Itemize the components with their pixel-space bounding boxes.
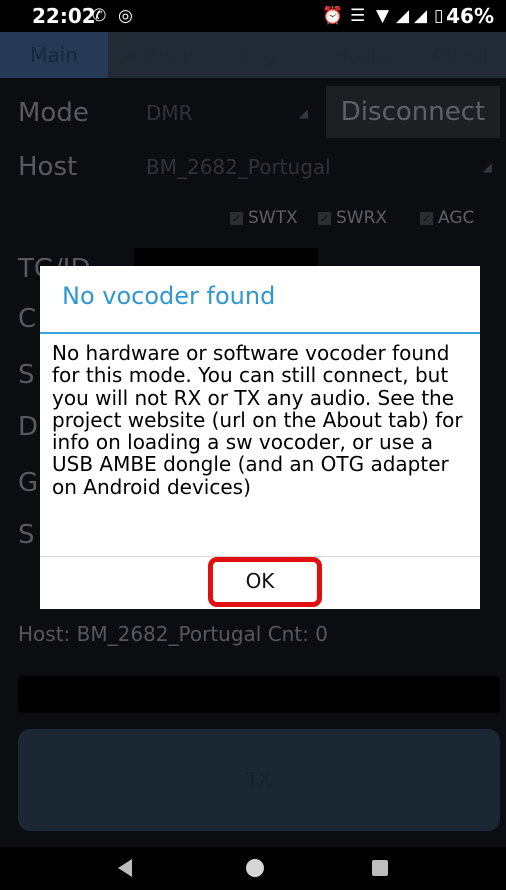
- home-icon[interactable]: [246, 859, 264, 877]
- data-saver-icon: ◎: [118, 6, 133, 26]
- swtx-label: SWTX: [248, 208, 298, 228]
- host-value: BM_2682_Portugal: [146, 155, 331, 179]
- dropdown-caret-icon: ◢: [298, 106, 308, 120]
- wifi-icon: ▼: [376, 6, 390, 26]
- vibrate-icon: ☰: [350, 6, 366, 26]
- status-bar: 22:02 ✆ ◎ ⏰ ☰ ▼ ◢ ◢ ▯ 46%: [0, 0, 506, 32]
- back-icon[interactable]: [118, 859, 132, 877]
- s-label: S: [18, 360, 35, 390]
- c-label: C: [18, 304, 37, 334]
- tab-log[interactable]: Log: [208, 32, 308, 78]
- tab-about[interactable]: About: [416, 32, 506, 78]
- tx-button[interactable]: TX: [18, 729, 500, 831]
- g-label: G: [18, 468, 39, 498]
- tab-bar: Main Settings Log Hosts About: [0, 32, 506, 78]
- host-spinner[interactable]: BM_2682_Portugal ◢: [134, 142, 500, 192]
- host-status: Host: BM_2682_Portugal Cnt: 0: [18, 622, 328, 646]
- s2-label: S: [18, 520, 35, 550]
- battery-percent: 46%: [446, 4, 494, 28]
- checkbox-swrx[interactable]: ✓: [318, 212, 331, 225]
- checkbox-swtx[interactable]: ✓: [230, 212, 243, 225]
- swrx-label: SWRX: [336, 208, 388, 228]
- dialog-title: No vocoder found: [62, 282, 276, 310]
- alarm-icon: ⏰: [322, 6, 344, 26]
- ok-button[interactable]: OK: [210, 562, 310, 600]
- status-bar-field: [18, 676, 500, 713]
- dialog-divider: [40, 332, 480, 334]
- signal-icon: ◢: [396, 6, 410, 26]
- mode-spinner[interactable]: DMR ◢: [134, 88, 316, 138]
- signal-icon: ◢: [414, 6, 428, 26]
- recents-icon[interactable]: [372, 860, 388, 876]
- host-label: Host: [18, 152, 78, 182]
- disconnect-button[interactable]: Disconnect: [326, 86, 500, 138]
- dialog-button-divider: [40, 556, 480, 557]
- dropdown-caret-icon: ◢: [482, 160, 492, 174]
- battery-icon: ▯: [434, 6, 444, 26]
- tab-settings[interactable]: Settings: [108, 32, 208, 78]
- checkbox-agc[interactable]: ✓: [420, 212, 433, 225]
- audio-options: ✓ SWTX ✓ SWRX ✓ AGC: [228, 208, 498, 238]
- status-time: 22:02: [32, 4, 96, 28]
- agc-label: AGC: [438, 208, 475, 228]
- dialog-message: No hardware or software vocoder found fo…: [52, 341, 463, 499]
- d-label: D: [18, 412, 39, 442]
- tab-main[interactable]: Main: [0, 32, 108, 78]
- whatsapp-icon: ✆: [92, 6, 107, 26]
- tab-hosts[interactable]: Hosts: [312, 32, 410, 78]
- navigation-bar: [0, 847, 506, 890]
- mode-label: Mode: [18, 98, 89, 128]
- mode-value: DMR: [146, 101, 193, 125]
- no-vocoder-dialog: No vocoder found No hardware or software…: [40, 266, 480, 609]
